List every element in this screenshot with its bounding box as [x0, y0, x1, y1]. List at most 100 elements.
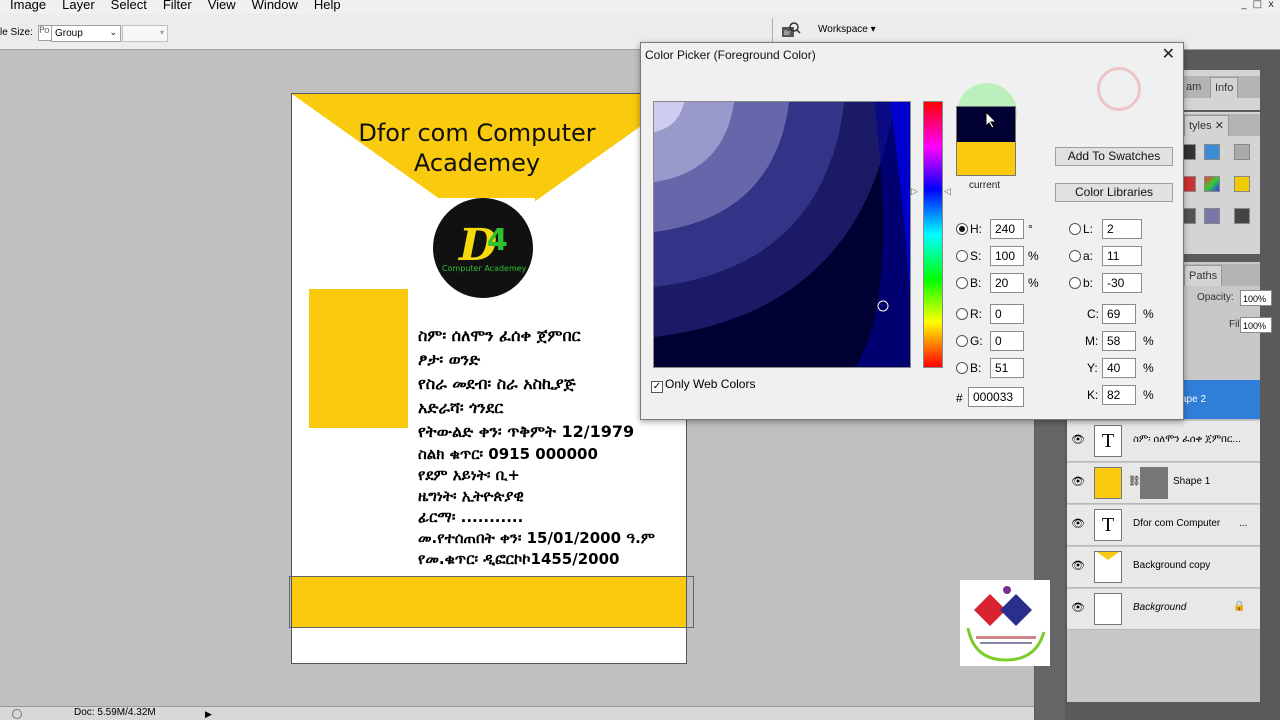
current-label: current [969, 180, 1001, 191]
layer-name: ape 2 [1181, 394, 1207, 405]
close-window-button[interactable]: x [1268, 0, 1274, 10]
only-web-colors-checkbox[interactable]: ✓ Only Web Colors [651, 377, 755, 393]
lab-a-radio[interactable] [1069, 250, 1081, 262]
opacity-input[interactable]: 100% [1240, 290, 1272, 306]
watermark-logo [960, 580, 1050, 666]
image-thumb [1094, 551, 1122, 583]
card-title: Dfor com Computer Academey [352, 118, 602, 178]
bridge-icon[interactable]: Br [780, 21, 802, 39]
hue-label: H: [970, 222, 982, 236]
layer-row-shape1[interactable]: 👁 ⛓ Shape 1 [1067, 463, 1260, 504]
tab-histogram[interactable]: am [1186, 77, 1201, 97]
style-swatch[interactable] [1204, 176, 1220, 192]
layer-row-amharic-text[interactable]: 👁 T ስም፡ ሰለሞን ፈሰቀ ጀምበር... [1067, 421, 1260, 462]
lab-l-radio[interactable] [1069, 223, 1081, 235]
color-libraries-button[interactable]: Color Libraries [1055, 183, 1173, 202]
info-tab-header: am Info [1184, 76, 1260, 98]
eye-icon[interactable]: 👁 [1071, 475, 1085, 489]
restore-button[interactable]: □ [1253, 0, 1262, 10]
tab-styles[interactable]: tyles ✕ [1184, 115, 1229, 136]
green-radio[interactable] [956, 335, 968, 347]
selection-bounding-box[interactable] [289, 576, 694, 628]
lab-l-input[interactable]: 2 [1102, 219, 1142, 239]
black-label: K: [1087, 388, 1099, 402]
shape-thumb [1094, 467, 1122, 499]
yellow-input[interactable]: 40 [1102, 358, 1136, 378]
link-icon: ⛓ [1128, 476, 1141, 487]
hue-arrow-right-icon[interactable]: ◁ [944, 187, 951, 197]
group-select[interactable]: Group ⌄ [51, 25, 121, 42]
info-line: መ.የተሰጠበት ቀን፡ 15/01/2000 ዓ.ም [418, 529, 655, 547]
lab-b-input[interactable]: -30 [1102, 273, 1142, 293]
menu-image[interactable]: Image [0, 0, 54, 11]
lab-a-input[interactable]: 11 [1102, 246, 1142, 266]
green-label: G: [970, 334, 983, 348]
hue-input[interactable]: 240 [990, 219, 1024, 239]
workspace-menu[interactable]: Workspace ▾ [808, 22, 886, 38]
checkbox-checked-icon[interactable]: ✓ [651, 381, 663, 393]
red-radio[interactable] [956, 308, 968, 320]
hue-arrow-left-icon[interactable]: ▷ [911, 187, 918, 197]
mouse-cursor-icon [985, 111, 998, 129]
yellow-label: Y: [1087, 361, 1098, 375]
menu-bar: Image Layer Select Filter View Window He… [0, 0, 1280, 14]
hex-input[interactable]: 000033 [968, 387, 1024, 407]
color-field[interactable] [653, 101, 911, 368]
brightness-radio[interactable] [956, 277, 968, 289]
eye-icon[interactable]: 👁 [1071, 517, 1085, 531]
eye-icon[interactable]: 👁 [1071, 601, 1085, 615]
minimize-button[interactable]: _ [1242, 0, 1247, 10]
blue-radio[interactable] [956, 362, 968, 374]
add-to-swatches-button[interactable]: Add To Swatches [1055, 147, 1173, 166]
styles-panel: tyles ✕ [1180, 112, 1260, 254]
hex-label: # [956, 391, 963, 405]
tab-info[interactable]: Info [1210, 77, 1239, 98]
green-input[interactable]: 0 [990, 331, 1024, 351]
blank-select[interactable]: ▾ [122, 25, 168, 42]
menu-help[interactable]: Help [306, 0, 349, 11]
layer-row-background[interactable]: 👁 Background 🔒 [1067, 589, 1260, 630]
saturation-radio[interactable] [956, 250, 968, 262]
lock-icon: 🔒 [1233, 601, 1246, 612]
hue-radio[interactable] [956, 223, 968, 235]
layer-row-background-copy[interactable]: 👁 Background copy [1067, 547, 1260, 588]
red-input[interactable]: 0 [990, 304, 1024, 324]
style-swatch[interactable] [1204, 144, 1220, 160]
color-picker-dialog: Color Picker (Foreground Color) ✕ ▷ ◁ cu… [640, 42, 1184, 420]
current-color-swatch[interactable] [956, 142, 1016, 176]
menu-select[interactable]: Select [103, 0, 155, 11]
paths-tab-header: Paths [1184, 264, 1260, 286]
magenta-input[interactable]: 58 [1102, 331, 1136, 351]
layer-row-title-text[interactable]: 👁 T Dfor com Computer ... [1067, 505, 1260, 546]
blue-input[interactable]: 51 [990, 358, 1024, 378]
style-swatch[interactable] [1204, 208, 1220, 224]
menu-filter[interactable]: Filter [155, 0, 200, 11]
style-swatch[interactable] [1234, 208, 1250, 224]
layer-name-ellipsis: ... [1239, 518, 1248, 529]
hue-slider[interactable] [923, 101, 943, 368]
eye-icon[interactable]: 👁 [1071, 433, 1085, 447]
black-input[interactable]: 82 [1102, 385, 1136, 405]
status-nav-arrow-icon[interactable]: ▶ [205, 708, 212, 720]
saturation-input[interactable]: 100 [990, 246, 1024, 266]
sample-size-label: le Size: [0, 27, 33, 38]
brightness-input[interactable]: 20 [990, 273, 1024, 293]
close-icon[interactable]: ✕ [1162, 46, 1175, 62]
menu-window[interactable]: Window [244, 0, 306, 11]
menu-view[interactable]: View [200, 0, 244, 11]
style-swatch[interactable] [1234, 176, 1250, 192]
cyan-input[interactable]: 69 [1102, 304, 1136, 324]
lab-b-radio[interactable] [1069, 277, 1081, 289]
close-icon[interactable]: ✕ [1215, 120, 1224, 132]
style-swatch[interactable] [1234, 144, 1250, 160]
sample-size-field[interactable]: Po [38, 25, 52, 41]
eye-icon[interactable]: 👁 [1071, 559, 1085, 573]
menu-layer[interactable]: Layer [54, 0, 103, 11]
tab-paths[interactable]: Paths [1184, 265, 1223, 286]
mask-thumb [1140, 467, 1168, 499]
group-select-value: Group [55, 28, 83, 39]
hue-unit: ° [1028, 222, 1033, 236]
layer-name: Dfor com Computer [1133, 518, 1221, 529]
opacity-label: Opacity: [1197, 292, 1234, 303]
fill-input[interactable]: 100% [1240, 317, 1272, 333]
